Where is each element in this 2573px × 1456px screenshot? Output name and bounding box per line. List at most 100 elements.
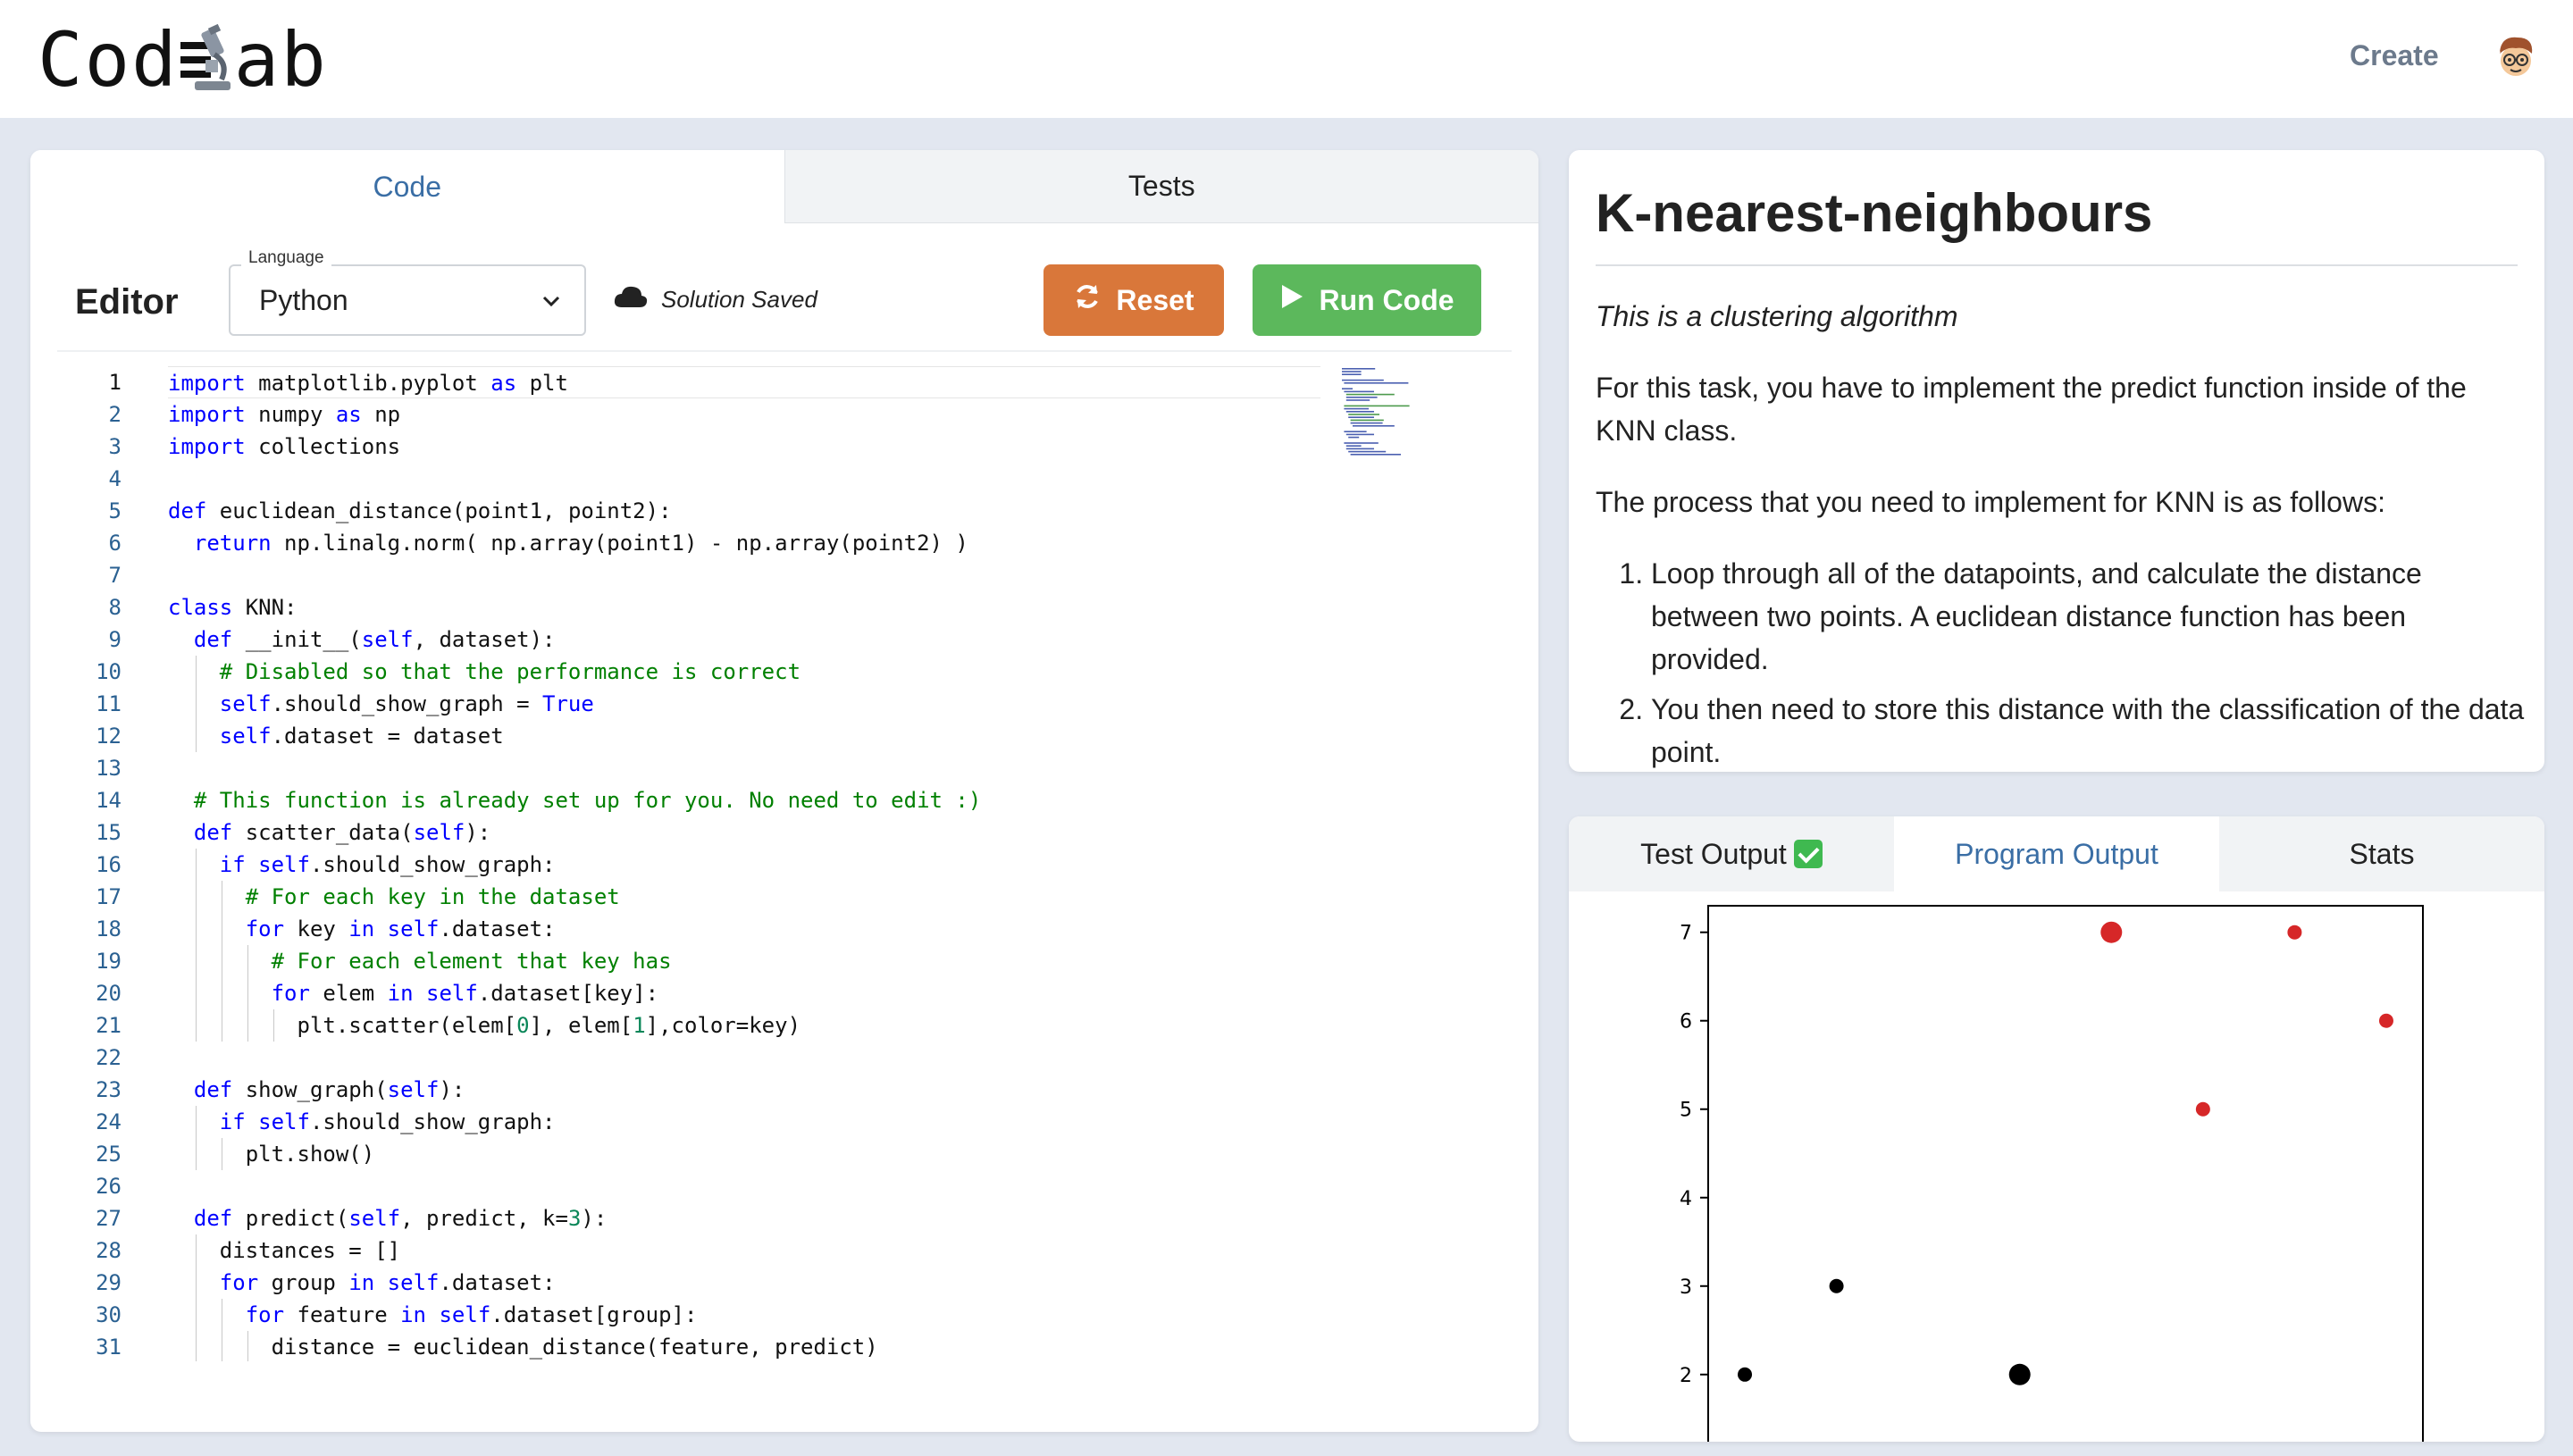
- tab-code[interactable]: Code: [30, 150, 785, 223]
- save-status: Solution Saved: [613, 284, 817, 315]
- code-line[interactable]: for feature in self.dataset[group]:: [168, 1299, 1329, 1331]
- reset-label: Reset: [1116, 283, 1194, 316]
- line-number: 8: [108, 595, 122, 620]
- task-paragraph-2: The process that you need to implement f…: [1596, 486, 2385, 518]
- tab-stats[interactable]: Stats: [2219, 816, 2544, 891]
- data-point: [2287, 925, 2302, 940]
- indent-guide: [195, 1106, 197, 1138]
- minimap-line: [1342, 388, 1353, 389]
- task-description: This is a clustering algorithm For this …: [1596, 295, 2525, 772]
- code-line[interactable]: distance = euclidean_distance(feature, p…: [168, 1331, 1329, 1361]
- language-label: Language: [241, 248, 331, 268]
- create-link[interactable]: Create: [2350, 39, 2439, 72]
- minimap-line: [1345, 411, 1374, 413]
- editor-divider: [57, 350, 1512, 352]
- code-line[interactable]: for key in self.dataset:: [168, 913, 1329, 945]
- task-step-2: You then need to store this distance wit…: [1651, 688, 2525, 772]
- code-line[interactable]: def euclidean_distance(point1, point2):: [168, 495, 1329, 527]
- tab-program-output[interactable]: Program Output: [1894, 816, 2219, 891]
- code-line[interactable]: [168, 559, 1329, 591]
- minimap-line: [1342, 368, 1376, 370]
- code-line[interactable]: # For each element that key has: [168, 945, 1329, 977]
- indent-guide: [247, 1009, 248, 1042]
- chevron-down-icon: [540, 289, 563, 313]
- line-number: 19: [96, 949, 122, 974]
- code-line[interactable]: [168, 1170, 1329, 1202]
- code-line[interactable]: for elem in self.dataset[key]:: [168, 977, 1329, 1009]
- line-number: 17: [96, 884, 122, 909]
- code-line[interactable]: for group in self.dataset:: [168, 1267, 1329, 1299]
- code-line[interactable]: return np.linalg.norm( np.array(point1) …: [168, 527, 1329, 559]
- save-status-text: Solution Saved: [661, 286, 817, 313]
- line-number: 2: [108, 402, 122, 427]
- code-line[interactable]: self.dataset = dataset: [168, 720, 1329, 752]
- minimap-line: [1348, 416, 1374, 418]
- cloud-icon: [613, 284, 649, 315]
- code-editor[interactable]: 1 2 3 4 5 6 7 8 9 10 11 12 13 14 15 16 17 18 19 20 21 22 23 24 2…: [57, 361, 1512, 1361]
- minimap-line: [1345, 397, 1378, 398]
- code-line[interactable]: def predict(self, predict, k=3):: [168, 1202, 1329, 1234]
- minimap-line: [1342, 371, 1362, 372]
- code-line[interactable]: import numpy as np: [168, 398, 1329, 431]
- code-line[interactable]: distances = []: [168, 1234, 1329, 1267]
- line-number: 10: [96, 659, 122, 684]
- description-panel: K-nearest-neighbours This is a clusterin…: [1569, 150, 2544, 772]
- plot-frame: [1707, 905, 2424, 1442]
- code-line[interactable]: [168, 1042, 1329, 1074]
- indent-guide: [195, 1299, 197, 1331]
- minimap-line: [1348, 450, 1387, 453]
- codelab-logo[interactable]: Cod ab: [38, 16, 328, 104]
- minimap-line: [1342, 379, 1384, 381]
- logo-text-left: Cod: [38, 16, 179, 104]
- indent-guide: [195, 720, 197, 752]
- data-point: [1738, 1367, 1753, 1382]
- code-minimap[interactable]: [1340, 366, 1474, 545]
- code-line[interactable]: # This function is already set up for yo…: [168, 784, 1329, 816]
- minimap-line: [1348, 414, 1379, 415]
- minimap-line: [1350, 422, 1383, 424]
- y-tick-label: 7: [1680, 923, 1692, 945]
- line-number: 1: [108, 370, 122, 395]
- data-point: [2100, 921, 2123, 943]
- line-number: 18: [96, 916, 122, 941]
- code-line[interactable]: import collections: [168, 431, 1329, 463]
- code-line[interactable]: self.should_show_graph = True: [168, 688, 1329, 720]
- title-divider: [1596, 264, 2518, 266]
- line-number: 3: [108, 434, 122, 459]
- line-number: 11: [96, 691, 122, 716]
- minimap-line: [1344, 431, 1367, 432]
- code-line[interactable]: class KNN:: [168, 591, 1329, 623]
- line-number: 25: [96, 1142, 122, 1167]
- code-line[interactable]: def show_graph(self):: [168, 1074, 1329, 1106]
- code-line[interactable]: def scatter_data(self):: [168, 816, 1329, 849]
- run-code-button[interactable]: Run Code: [1253, 264, 1481, 336]
- code-line[interactable]: import matplotlib.pyplot as plt: [168, 366, 1320, 398]
- language-select[interactable]: Language Python: [229, 248, 586, 336]
- code-line[interactable]: [168, 752, 1329, 784]
- task-title: K-nearest-neighbours: [1596, 183, 2153, 243]
- line-number: 14: [96, 788, 122, 813]
- code-line[interactable]: [168, 463, 1329, 495]
- code-line[interactable]: if self.should_show_graph:: [168, 1106, 1329, 1138]
- user-avatar[interactable]: [2494, 34, 2537, 79]
- indent-guide: [272, 1009, 274, 1042]
- indent-guide: [195, 849, 197, 881]
- code-line[interactable]: if self.should_show_graph:: [168, 849, 1329, 881]
- output-panel: Test Output Program Output Stats 2 3 4 5 6 7: [1569, 816, 2544, 1442]
- indent-guide: [247, 1331, 248, 1361]
- code-lines[interactable]: import matplotlib.pyplot as plt import nu…: [168, 366, 1329, 1361]
- code-line[interactable]: # For each key in the dataset: [168, 881, 1329, 913]
- reset-button[interactable]: Reset: [1043, 264, 1224, 336]
- line-number: 23: [96, 1077, 122, 1102]
- tab-test-output[interactable]: Test Output: [1569, 816, 1894, 891]
- y-tick-label: 2: [1680, 1365, 1692, 1387]
- code-line[interactable]: def __init__(self, dataset):: [168, 623, 1329, 656]
- code-line[interactable]: plt.scatter(elem[0], elem[1],color=key): [168, 1009, 1329, 1042]
- indent-guide: [195, 1234, 197, 1267]
- code-line[interactable]: # Disabled so that the performance is co…: [168, 656, 1329, 688]
- code-line[interactable]: plt.show(): [168, 1138, 1329, 1170]
- minimap-line: [1345, 393, 1395, 396]
- line-number: 12: [96, 724, 122, 749]
- tab-tests[interactable]: Tests: [784, 150, 1538, 223]
- line-number: 7: [108, 563, 122, 588]
